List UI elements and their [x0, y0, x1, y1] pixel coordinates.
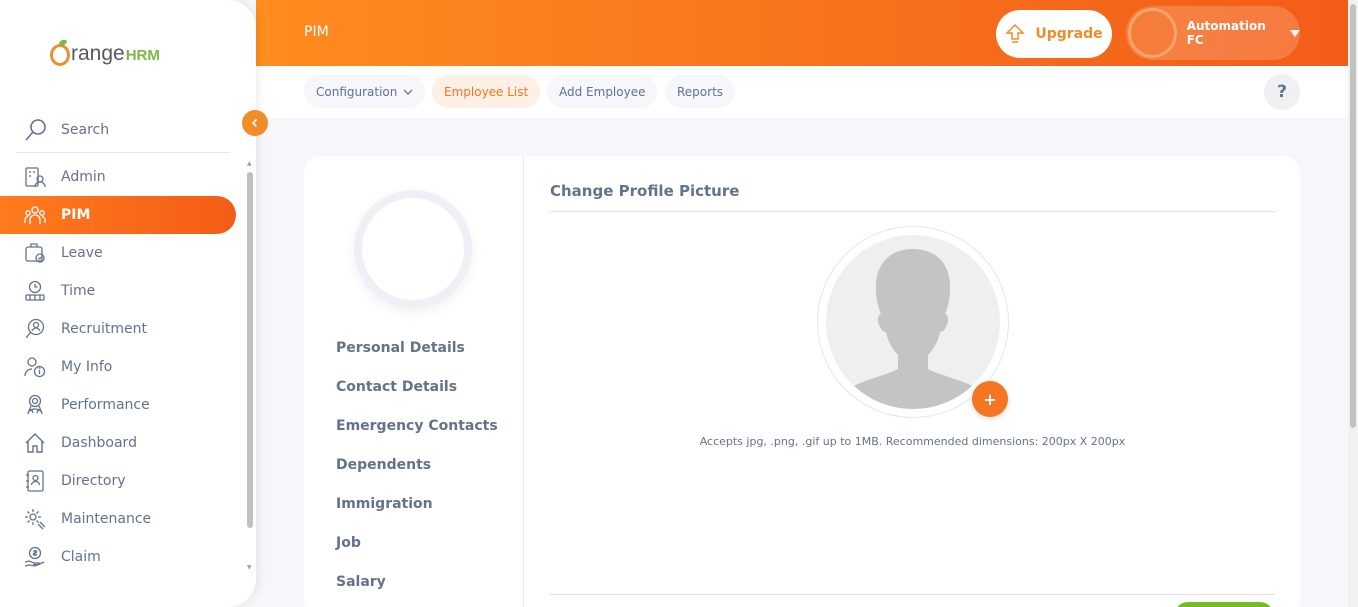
chevron-down-icon [403, 89, 413, 95]
save-button[interactable] [1174, 602, 1274, 607]
sidebar-item-recruitment[interactable]: Recruitment [0, 310, 236, 348]
emp-tab-contact-details[interactable]: Contact Details [336, 367, 498, 406]
tab-add-employee[interactable]: Add Employee [547, 75, 658, 108]
sidebar-item-label: Performance [61, 397, 150, 413]
person-silhouette-icon [837, 249, 989, 409]
upload-hint-text: Accepts jpg, .png, .gif up to 1MB. Recom… [699, 435, 1126, 448]
admin-icon [24, 166, 46, 188]
sidebar-scrollbar[interactable]: ▲ ▼ [246, 158, 254, 578]
page-title: PIM [304, 24, 329, 40]
search-icon [25, 119, 46, 141]
sidebar-item-label: My Info [61, 359, 113, 375]
sidebar-search[interactable]: Search [16, 108, 230, 153]
sidebar-item-label: Leave [61, 245, 103, 261]
sidebar-item-label: Claim [61, 549, 101, 565]
sidebar-item-directory[interactable]: Directory [0, 462, 236, 500]
emp-tab-emergency-contacts[interactable]: Emergency Contacts [336, 406, 498, 445]
upload-picture-button[interactable]: + [972, 381, 1008, 417]
user-dropdown[interactable]: Automation FC [1126, 6, 1300, 60]
divider [550, 211, 1275, 212]
employee-side-panel: Personal Details Contact Details Emergen… [304, 156, 524, 607]
tab-configuration[interactable]: Configuration [304, 75, 426, 108]
sidebar-item-label: Dashboard [61, 435, 137, 451]
pim-subnav: Configuration Employee List Add Employee… [256, 66, 1348, 118]
my-info-icon [24, 356, 46, 378]
sidebar: range HRM Search Admin PIM Leave Time Re… [0, 0, 256, 607]
orange-logo-icon [50, 44, 70, 66]
sidebar-item-label: Directory [61, 473, 126, 489]
sidebar-item-my-info[interactable]: My Info [0, 348, 236, 386]
sidebar-item-leave[interactable]: Leave [0, 234, 236, 272]
help-icon: ? [1277, 82, 1287, 102]
tab-label: Configuration [316, 84, 398, 99]
emp-tab-dependents[interactable]: Dependents [336, 445, 498, 484]
sidebar-item-claim[interactable]: Claim [0, 538, 236, 576]
top-header: PIM Upgrade Automation FC [256, 0, 1348, 66]
user-name: Automation FC [1186, 19, 1266, 47]
employee-tabs: Personal Details Contact Details Emergen… [336, 328, 498, 601]
sidebar-item-performance[interactable]: Performance [0, 386, 236, 424]
performance-icon [24, 394, 46, 416]
section-title: Change Profile Picture [550, 182, 740, 200]
time-icon [24, 280, 46, 302]
tab-reports[interactable]: Reports [665, 75, 736, 108]
avatar [1128, 8, 1177, 58]
page-scrollbar-thumb[interactable] [1350, 4, 1356, 428]
tab-label: Add Employee [559, 84, 646, 99]
sidebar-item-label: Time [61, 283, 96, 299]
sidebar-search-label: Search [61, 122, 110, 138]
upgrade-arrow-icon [1005, 23, 1026, 43]
divider [550, 594, 1275, 595]
tab-label: Reports [677, 84, 724, 99]
directory-icon [24, 470, 46, 492]
sidebar-item-admin[interactable]: Admin [0, 158, 236, 196]
sidebar-item-label: Recruitment [61, 321, 148, 337]
employee-avatar[interactable] [354, 190, 472, 308]
emp-tab-personal-details[interactable]: Personal Details [336, 328, 498, 367]
sidebar-item-label: PIM [61, 207, 91, 223]
sidebar-item-maintenance[interactable]: Maintenance [0, 500, 236, 538]
sidebar-scrollbar-thumb[interactable] [247, 172, 253, 528]
emp-tab-immigration[interactable]: Immigration [336, 484, 498, 523]
claim-icon [24, 546, 46, 568]
profile-placeholder-image [826, 235, 1000, 409]
main-menu: Admin PIM Leave Time Recruitment My Info… [0, 158, 236, 576]
tab-label: Employee List [444, 84, 529, 99]
pim-icon [24, 204, 46, 226]
chevron-left-icon [251, 118, 258, 128]
orangehrm-logo[interactable]: range HRM [50, 32, 160, 66]
sidebar-collapse-button[interactable] [242, 110, 268, 136]
recruitment-icon [24, 318, 46, 340]
emp-tab-job[interactable]: Job [336, 523, 498, 562]
help-button[interactable]: ? [1264, 74, 1300, 110]
sidebar-item-dashboard[interactable]: Dashboard [0, 424, 236, 462]
emp-tab-salary[interactable]: Salary [336, 562, 498, 601]
caret-down-icon [1290, 29, 1300, 37]
employee-card: Personal Details Contact Details Emergen… [304, 156, 1300, 607]
upgrade-label: Upgrade [1035, 26, 1103, 42]
sidebar-item-label: Admin [61, 169, 106, 185]
tab-employee-list[interactable]: Employee List [432, 75, 541, 108]
leave-icon [24, 242, 46, 264]
upgrade-button[interactable]: Upgrade [996, 10, 1112, 58]
page-scrollbar[interactable] [1348, 0, 1358, 607]
sidebar-item-label: Maintenance [61, 511, 152, 527]
sidebar-item-pim[interactable]: PIM [0, 196, 236, 234]
dashboard-icon [24, 432, 46, 454]
sidebar-item-time[interactable]: Time [0, 272, 236, 310]
plus-icon: + [983, 389, 997, 409]
maintenance-icon [24, 508, 46, 530]
scroll-down-arrow-icon[interactable]: ▼ [247, 564, 252, 571]
scroll-up-arrow-icon[interactable]: ▲ [247, 160, 252, 167]
